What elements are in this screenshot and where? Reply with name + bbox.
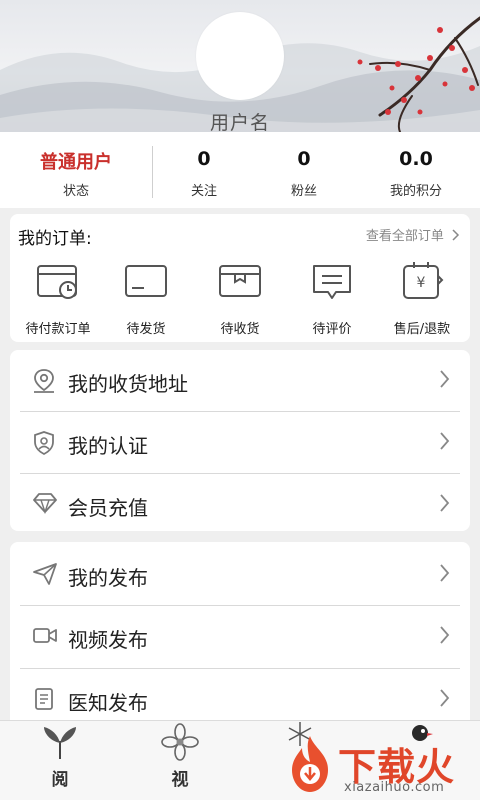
orders-title: 我的订单:: [18, 229, 92, 249]
stat-following-label: 关注: [190, 184, 217, 199]
order-pending-payment-label: 待付款订单: [25, 322, 91, 337]
profile-banner: 用户名: [0, 0, 480, 132]
chat-icon: [313, 265, 351, 299]
chevron-right-icon: [440, 370, 450, 388]
menu-item-address[interactable]: 我的收货地址: [10, 350, 470, 412]
stat-fans-value: 0: [297, 148, 311, 170]
order-to-review-label: 待评价: [312, 322, 352, 337]
wallet-clock-icon: [37, 265, 77, 299]
view-all-orders-link[interactable]: 查看全部订单: [366, 225, 460, 244]
menu-group-account: 我的收货地址 我的认证 会员充值: [10, 350, 470, 531]
menu-item-my-posts-label: 我的发布: [68, 566, 148, 590]
view-all-orders-label: 查看全部订单: [365, 229, 444, 244]
stat-following[interactable]: 0 关注: [152, 132, 256, 208]
watermark-url: xiazaihuo.com: [344, 780, 445, 795]
card-icon: [125, 265, 167, 297]
stats-bar: 普通用户 状态 0 关注 0 粉丝 0.0 我的积分: [0, 132, 480, 208]
order-to-receive[interactable]: 待收货: [194, 260, 286, 338]
stat-points[interactable]: 0.0 我的积分: [360, 132, 472, 208]
order-to-receive-label: 待收货: [220, 322, 260, 337]
flame-logo-icon: [292, 736, 328, 792]
leaf-icon: [44, 727, 76, 759]
stat-status[interactable]: 普通用户 状态: [0, 132, 152, 208]
document-icon: [35, 688, 53, 710]
chevron-right-icon: [440, 626, 450, 644]
menu-item-video-publish-label: 视频发布: [68, 628, 148, 652]
chevron-right-icon: [452, 229, 460, 241]
flower-icon: [161, 723, 199, 761]
chevron-right-icon: [440, 689, 450, 707]
order-to-review[interactable]: 待评价: [286, 260, 378, 338]
menu-item-recharge[interactable]: 会员充值: [10, 474, 470, 536]
order-refund-label: 售后/退款: [393, 322, 451, 337]
shield-icon: [34, 431, 54, 456]
svg-text:¥: ¥: [417, 275, 426, 291]
stat-points-label: 我的积分: [389, 184, 442, 199]
tab-read[interactable]: 阅: [0, 721, 120, 800]
stat-following-value: 0: [197, 148, 211, 170]
menu-item-verification[interactable]: 我的认证: [10, 412, 470, 474]
chevron-right-icon: [440, 494, 450, 512]
order-to-ship[interactable]: 待发货: [100, 260, 192, 338]
send-icon: [33, 563, 57, 585]
stat-fans-label: 粉丝: [290, 184, 317, 199]
order-refund[interactable]: ¥ 售后/退款: [376, 260, 468, 338]
menu-item-recharge-label: 会员充值: [68, 496, 148, 520]
diamond-icon: [33, 493, 57, 514]
stat-status-label: 状态: [62, 184, 89, 199]
menu-group-publish: 我的发布 视频发布 医知发布: [10, 542, 470, 732]
video-icon: [33, 628, 57, 643]
avatar[interactable]: [196, 12, 284, 100]
orders-card: 我的订单: 查看全部订单 待付款订单 待发货 待收货 待评价 ¥ 售后/退款: [10, 214, 470, 342]
stat-points-value: 0.0: [399, 148, 433, 170]
tab-read-label: 阅: [51, 770, 69, 790]
refund-icon: ¥: [403, 262, 444, 299]
menu-item-video-publish[interactable]: 视频发布: [10, 606, 470, 668]
tab-video-label: 视: [171, 770, 189, 790]
chevron-right-icon: [440, 564, 450, 582]
menu-item-verification-label: 我的认证: [68, 434, 148, 458]
box-icon: [219, 265, 261, 297]
location-icon: [34, 369, 54, 393]
stat-fans[interactable]: 0 粉丝: [256, 132, 352, 208]
username[interactable]: 用户名: [0, 108, 480, 132]
stat-status-value: 普通用户: [40, 152, 112, 173]
order-pending-payment[interactable]: 待付款订单: [12, 260, 104, 338]
stats-divider: [152, 146, 153, 198]
order-to-ship-label: 待发货: [126, 322, 166, 337]
tab-video[interactable]: 视: [120, 721, 240, 800]
menu-item-medical-publish-label: 医知发布: [68, 691, 148, 715]
menu-item-address-label: 我的收货地址: [68, 372, 188, 396]
menu-item-my-posts[interactable]: 我的发布: [10, 544, 470, 606]
watermark: 下载火 xiazaihuo.com: [282, 734, 480, 800]
chevron-right-icon: [440, 432, 450, 450]
